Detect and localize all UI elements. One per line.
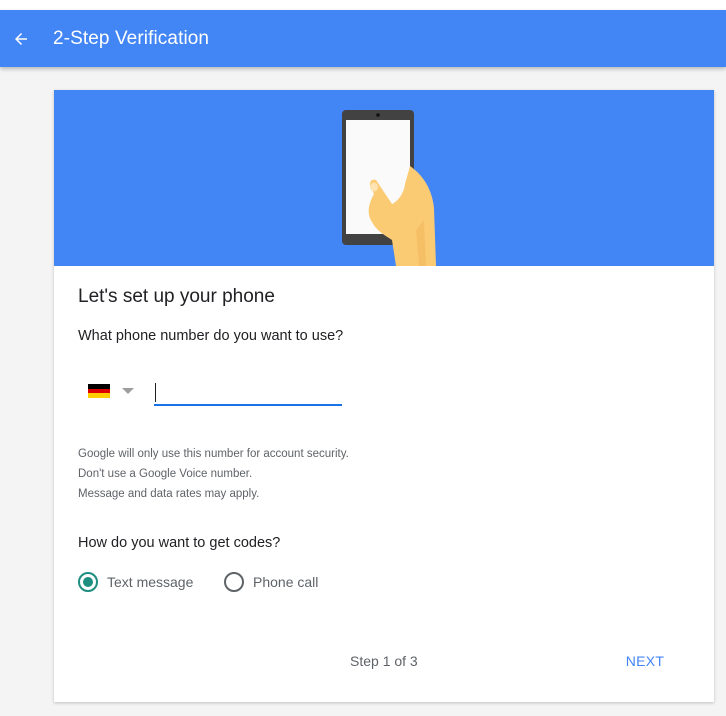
app-bar: 2-Step Verification	[0, 10, 726, 67]
phone-call-label: Phone call	[253, 574, 319, 590]
top-gap	[0, 0, 726, 10]
setup-heading: Let's set up your phone	[78, 286, 275, 307]
security-notes: Google will only use this number for acc…	[78, 444, 349, 504]
note-line: Don't use a Google Voice number.	[78, 468, 253, 480]
step-indicator: Step 1 of 3	[350, 653, 418, 669]
country-selector[interactable]	[88, 380, 140, 402]
note-line: Google will only use this number for acc…	[78, 448, 349, 460]
text-message-option[interactable]: Text message	[78, 572, 193, 592]
phone-question: What phone number do you want to use?	[78, 328, 344, 344]
phone-number-input[interactable]	[154, 378, 342, 406]
codes-question: How do you want to get codes?	[78, 535, 281, 551]
setup-card: Let's set up your phone What phone numbe…	[54, 90, 714, 702]
text-message-label: Text message	[107, 574, 194, 590]
germany-flag-icon	[88, 384, 110, 399]
radio-unselected[interactable]	[224, 572, 244, 592]
phone-call-option[interactable]: Phone call	[224, 572, 318, 592]
dropdown-caret-icon	[122, 388, 134, 394]
radio-selected[interactable]	[78, 572, 98, 592]
phone-illustration	[342, 110, 436, 266]
arrow-left-icon	[15, 33, 27, 45]
back-button[interactable]	[8, 26, 34, 52]
app-title: 2-Step Verification	[53, 28, 210, 49]
text-cursor	[155, 383, 156, 402]
hero-banner	[54, 90, 714, 266]
next-button[interactable]: NEXT	[618, 646, 672, 676]
note-line: Message and data rates may apply.	[78, 488, 260, 500]
